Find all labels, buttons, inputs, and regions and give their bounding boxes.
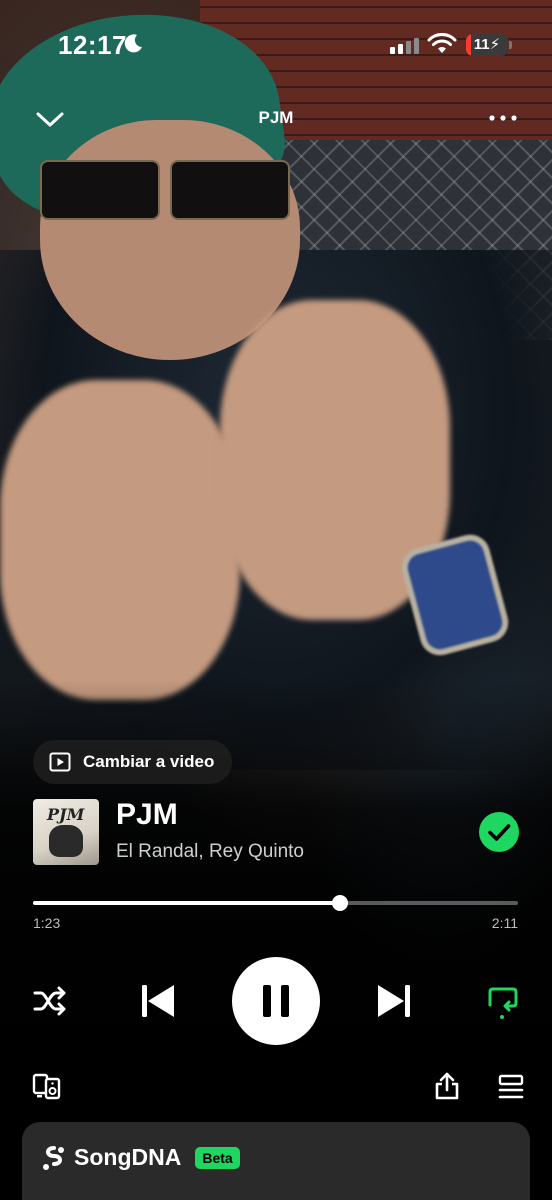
progress-fill (33, 901, 341, 905)
battery-cap (509, 41, 512, 49)
songdna-title: SongDNA (74, 1144, 182, 1170)
songdna-card-header: SongDNA Beta (42, 1144, 240, 1171)
battery-percentage: 11 (473, 36, 490, 53)
album-art-figure (49, 825, 83, 857)
more-options-icon[interactable] (486, 108, 520, 128)
track-title[interactable]: PJM (116, 798, 178, 832)
check-circle-icon (488, 824, 511, 841)
wifi-icon (427, 33, 457, 53)
songdna-icon (43, 1145, 64, 1170)
connect-devices-icon[interactable] (32, 1072, 62, 1100)
songdna-card[interactable]: SongDNA Beta (22, 1122, 530, 1200)
total-time: 2:11 (491, 915, 518, 931)
elapsed-time: 1:23 (33, 915, 61, 931)
play-pause-button[interactable] (232, 957, 320, 1045)
artist-sunglasses (30, 150, 290, 230)
track-artist[interactable]: El Randal, Rey Quinto (116, 841, 304, 863)
skip-next-icon[interactable] (374, 981, 414, 1021)
album-art[interactable]: PJM (33, 799, 99, 865)
shuffle-icon[interactable] (32, 984, 68, 1018)
saved-to-library-button[interactable] (479, 812, 519, 852)
pause-icon (263, 985, 289, 1017)
status-time: 12:17 (58, 30, 127, 60)
skip-previous-icon[interactable] (138, 981, 178, 1021)
repeat-one-icon[interactable] (484, 983, 520, 1021)
switch-to-video-button[interactable]: Cambiar a video (33, 740, 233, 784)
progress-bar[interactable] (33, 895, 518, 911)
beta-badge: Beta (195, 1146, 240, 1169)
status-bar: 12:17 11⚡ (0, 0, 552, 90)
cellular-signal-icon (390, 38, 419, 54)
now-playing-context-title: PJM (258, 108, 294, 127)
battery-charging-icon: 11⚡ (466, 34, 508, 56)
share-icon[interactable] (434, 1071, 460, 1101)
play-video-icon (49, 752, 71, 772)
switch-to-video-label: Cambiar a video (83, 752, 215, 771)
charging-bolt-icon: ⚡ (489, 36, 501, 53)
album-art-logo: PJM (47, 805, 85, 824)
moon-icon (124, 34, 142, 53)
queue-icon[interactable] (497, 1074, 525, 1100)
artist-hand-left (0, 380, 240, 700)
